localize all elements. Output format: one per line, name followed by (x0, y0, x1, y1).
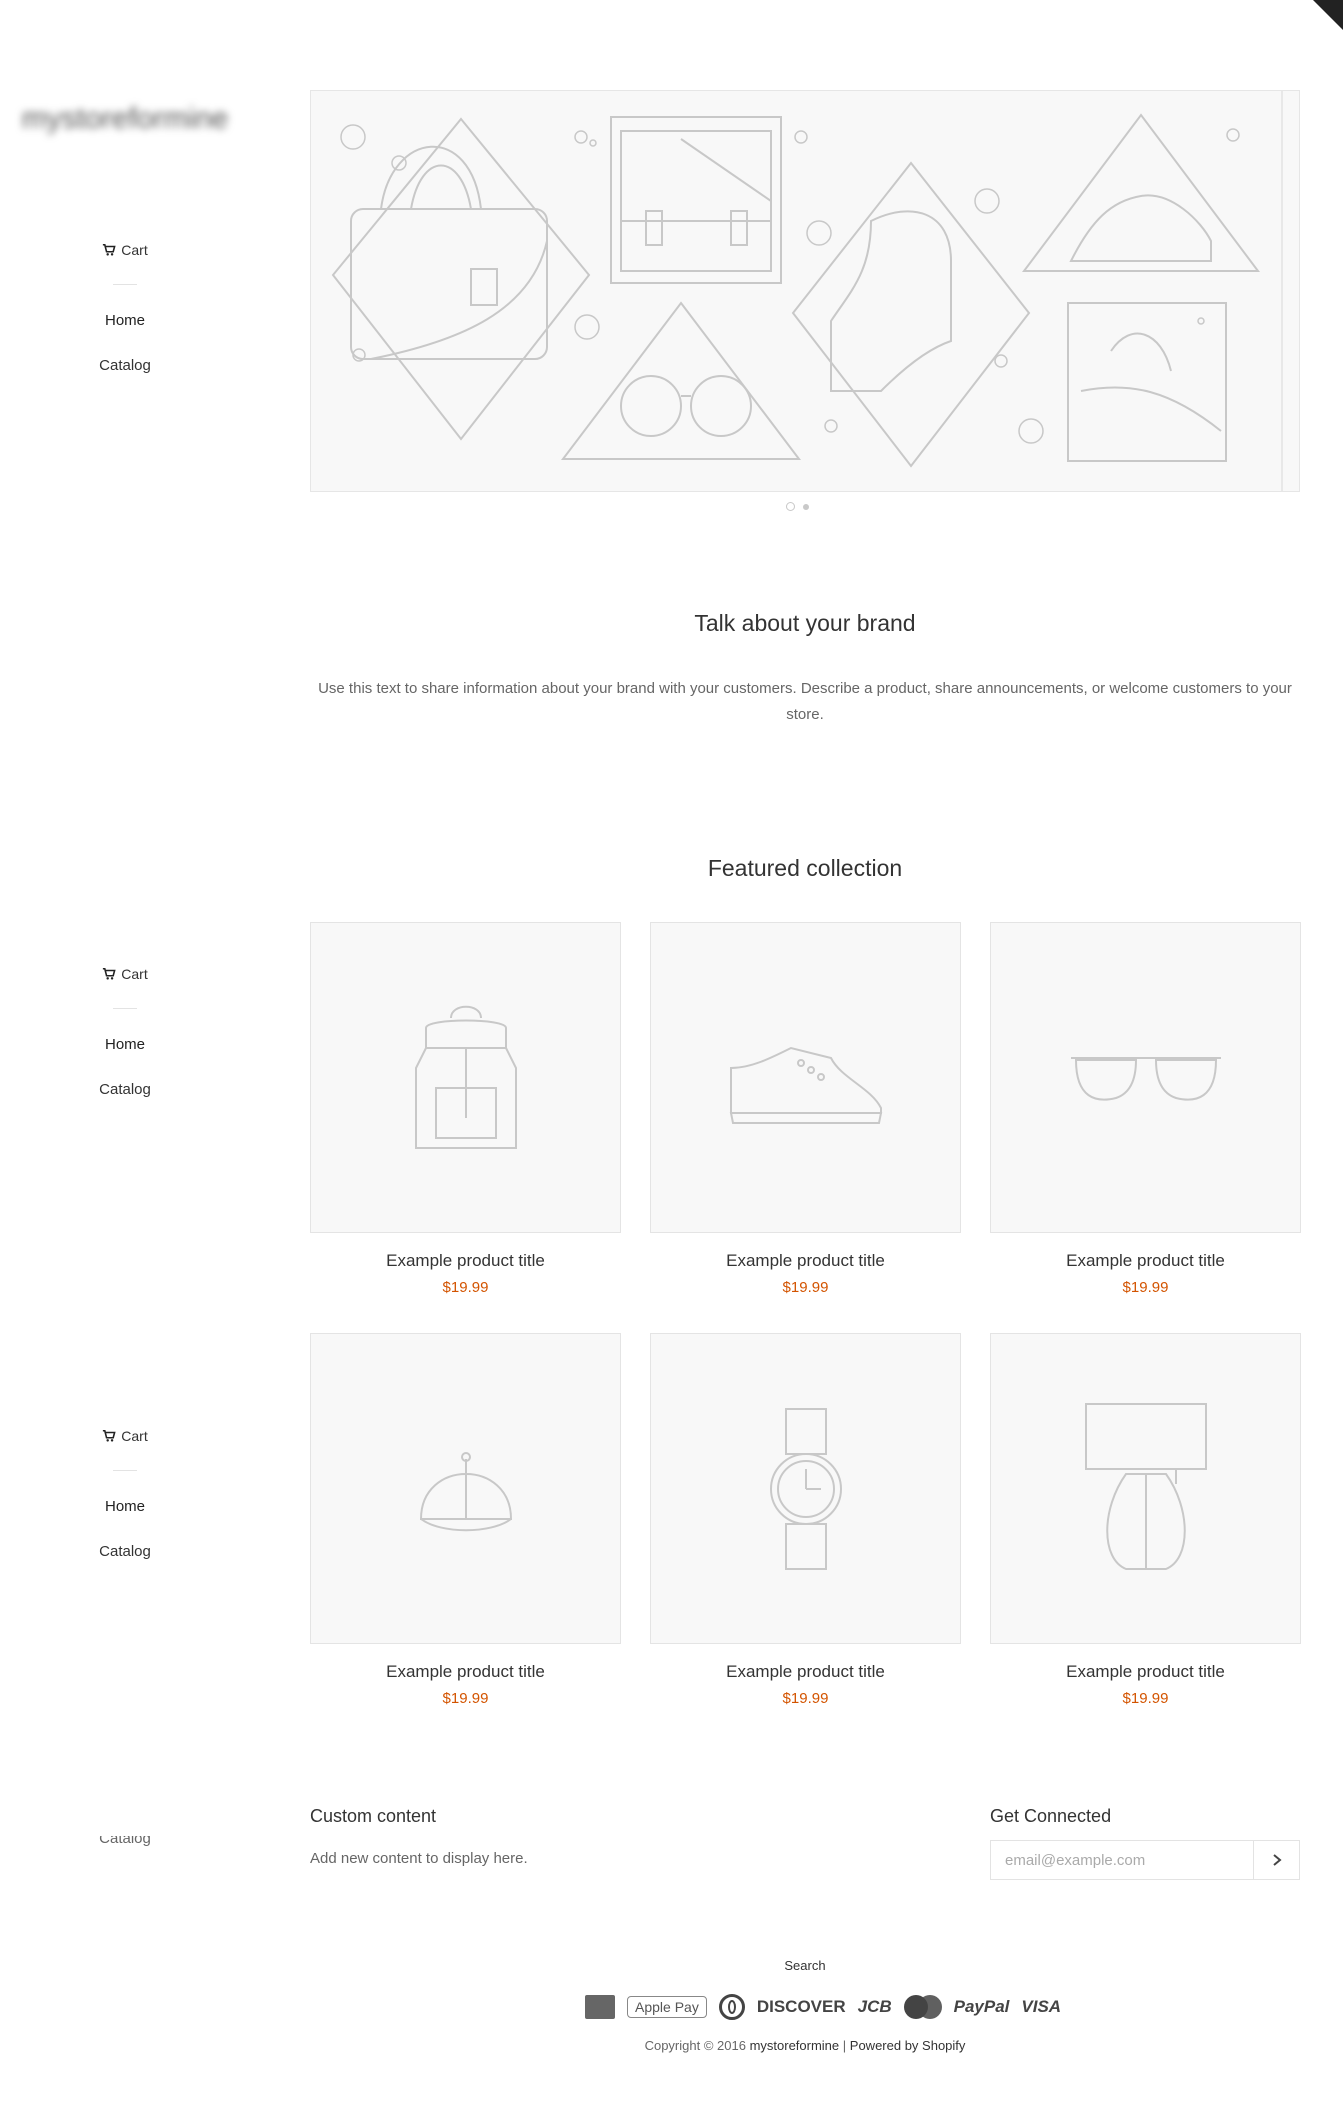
cart-icon (103, 243, 116, 256)
product-title[interactable]: Example product title (310, 1662, 621, 1682)
slide-dot-2[interactable] (803, 503, 809, 510)
mastercard-icon (903, 1995, 942, 2019)
subscribe-button[interactable] (1253, 1841, 1299, 1879)
jcb-icon: JCB (857, 1997, 892, 2016)
copyright: Copyright © 2016 mystoreformine | Powere… (0, 2038, 1343, 2053)
product-price: $19.99 (1122, 1279, 1169, 1296)
get-connected-heading: Get Connected (990, 1806, 1112, 1826)
footer-search-link[interactable]: Search (0, 1958, 1343, 1973)
product-title[interactable]: Example product title (650, 1662, 961, 1682)
product-image[interactable] (650, 922, 961, 1233)
cart-link[interactable]: Cart (45, 962, 205, 986)
paypal-icon: PayPal (953, 1997, 1010, 2016)
nav-home[interactable]: Home (45, 1495, 205, 1519)
brand-heading: Talk about your brand (694, 610, 916, 636)
backpack-icon (414, 1005, 517, 1149)
product-price: $19.99 (782, 1279, 829, 1296)
brand-text: Use this text to share information about… (318, 680, 1292, 723)
cart-icon (103, 1429, 116, 1442)
discover-icon: DISCOVER (756, 1997, 846, 2016)
nav-home[interactable]: Home (45, 1033, 205, 1057)
powered-by-link[interactable]: Powered by Shopify (850, 2038, 966, 2053)
product-price: $19.99 (442, 1279, 489, 1296)
product-card[interactable]: Example product title $19.99 (990, 1333, 1301, 1707)
product-card[interactable]: Example product title $19.99 (990, 922, 1301, 1296)
nav-divider (113, 284, 137, 285)
cart-label: Cart (121, 1428, 148, 1444)
nav-home[interactable]: Home (45, 309, 205, 333)
cart-label: Cart (121, 242, 148, 258)
nav-catalog-partial: Catalog (99, 1836, 151, 1847)
product-price: $19.99 (782, 1690, 829, 1707)
watch-icon (769, 1407, 842, 1570)
messenger-bag-icon (610, 116, 782, 284)
product-title[interactable]: Example product title (310, 1251, 621, 1271)
email-input[interactable] (991, 1841, 1253, 1879)
product-title[interactable]: Example product title (650, 1251, 961, 1271)
product-title[interactable]: Example product title (990, 1251, 1301, 1271)
custom-content-heading: Custom content (310, 1806, 437, 1826)
product-card[interactable]: Example product title $19.99 (310, 1333, 621, 1707)
cart-link[interactable]: Cart (45, 1424, 205, 1448)
sneaker-icon (729, 1046, 882, 1124)
sneaker-icon (1022, 113, 1260, 272)
product-card[interactable]: Example product title $19.99 (650, 1333, 961, 1707)
nav-catalog[interactable]: Catalog (45, 1540, 205, 1564)
sunglasses-icon (1070, 1056, 1221, 1101)
handbag-icon (331, 117, 591, 441)
custom-content-text: Add new content to display here. (310, 1850, 528, 1867)
sidebar-nav: Cart Home Catalog (45, 238, 205, 399)
hero-illustration (331, 113, 1260, 468)
nav-catalog[interactable]: Catalog (45, 354, 205, 378)
product-card[interactable]: Example product title $19.99 (650, 922, 961, 1296)
slide-dot-1[interactable] (786, 502, 795, 511)
amex-icon (585, 1995, 615, 2019)
slide-edge (1281, 91, 1283, 491)
diners-club-icon (718, 1994, 745, 2020)
product-image[interactable] (310, 922, 621, 1233)
nav-catalog[interactable]: Catalog (45, 1078, 205, 1102)
product-card[interactable]: Example product title $19.99 (310, 922, 621, 1296)
chevron-right-icon (1272, 1854, 1282, 1866)
hat-icon (1067, 302, 1227, 462)
newsletter-form (990, 1840, 1300, 1880)
apple-pay-icon: Apple Pay (627, 1996, 707, 2018)
cart-label: Cart (121, 966, 148, 982)
payment-icons: Apple Pay DISCOVER JCB PayPal VISA (585, 1994, 1061, 2020)
sidebar-nav-repeat: Cart Home Catalog (45, 962, 205, 1123)
visa-icon: VISA (1021, 1997, 1062, 2016)
copyright-store-link[interactable]: mystoreformine (750, 2038, 840, 2053)
copyright-separator: | (842, 2038, 847, 2053)
lamp-icon (1084, 1402, 1207, 1570)
product-price: $19.99 (1122, 1690, 1169, 1707)
cap-icon (419, 1451, 512, 1531)
hero-slideshow[interactable] (310, 90, 1300, 492)
nav-divider (113, 1470, 137, 1471)
slideshow-dots (786, 502, 809, 511)
corner-ribbon (1313, 0, 1343, 30)
product-image[interactable] (990, 922, 1301, 1233)
store-logo[interactable]: mystoreformine (20, 98, 230, 140)
sidebar-nav-repeat: Cart Home Catalog (45, 1424, 205, 1585)
cart-link[interactable]: Cart (45, 238, 205, 262)
product-title[interactable]: Example product title (990, 1662, 1301, 1682)
product-image[interactable] (310, 1333, 621, 1644)
cart-icon (103, 967, 116, 980)
product-image[interactable] (650, 1333, 961, 1644)
featured-heading: Featured collection (707, 855, 903, 881)
nav-divider (113, 1008, 137, 1009)
decor-bubbles (340, 124, 1240, 444)
copyright-prefix: Copyright © 2016 (644, 2038, 746, 2053)
product-image[interactable] (990, 1333, 1301, 1644)
product-price: $19.99 (442, 1690, 489, 1707)
